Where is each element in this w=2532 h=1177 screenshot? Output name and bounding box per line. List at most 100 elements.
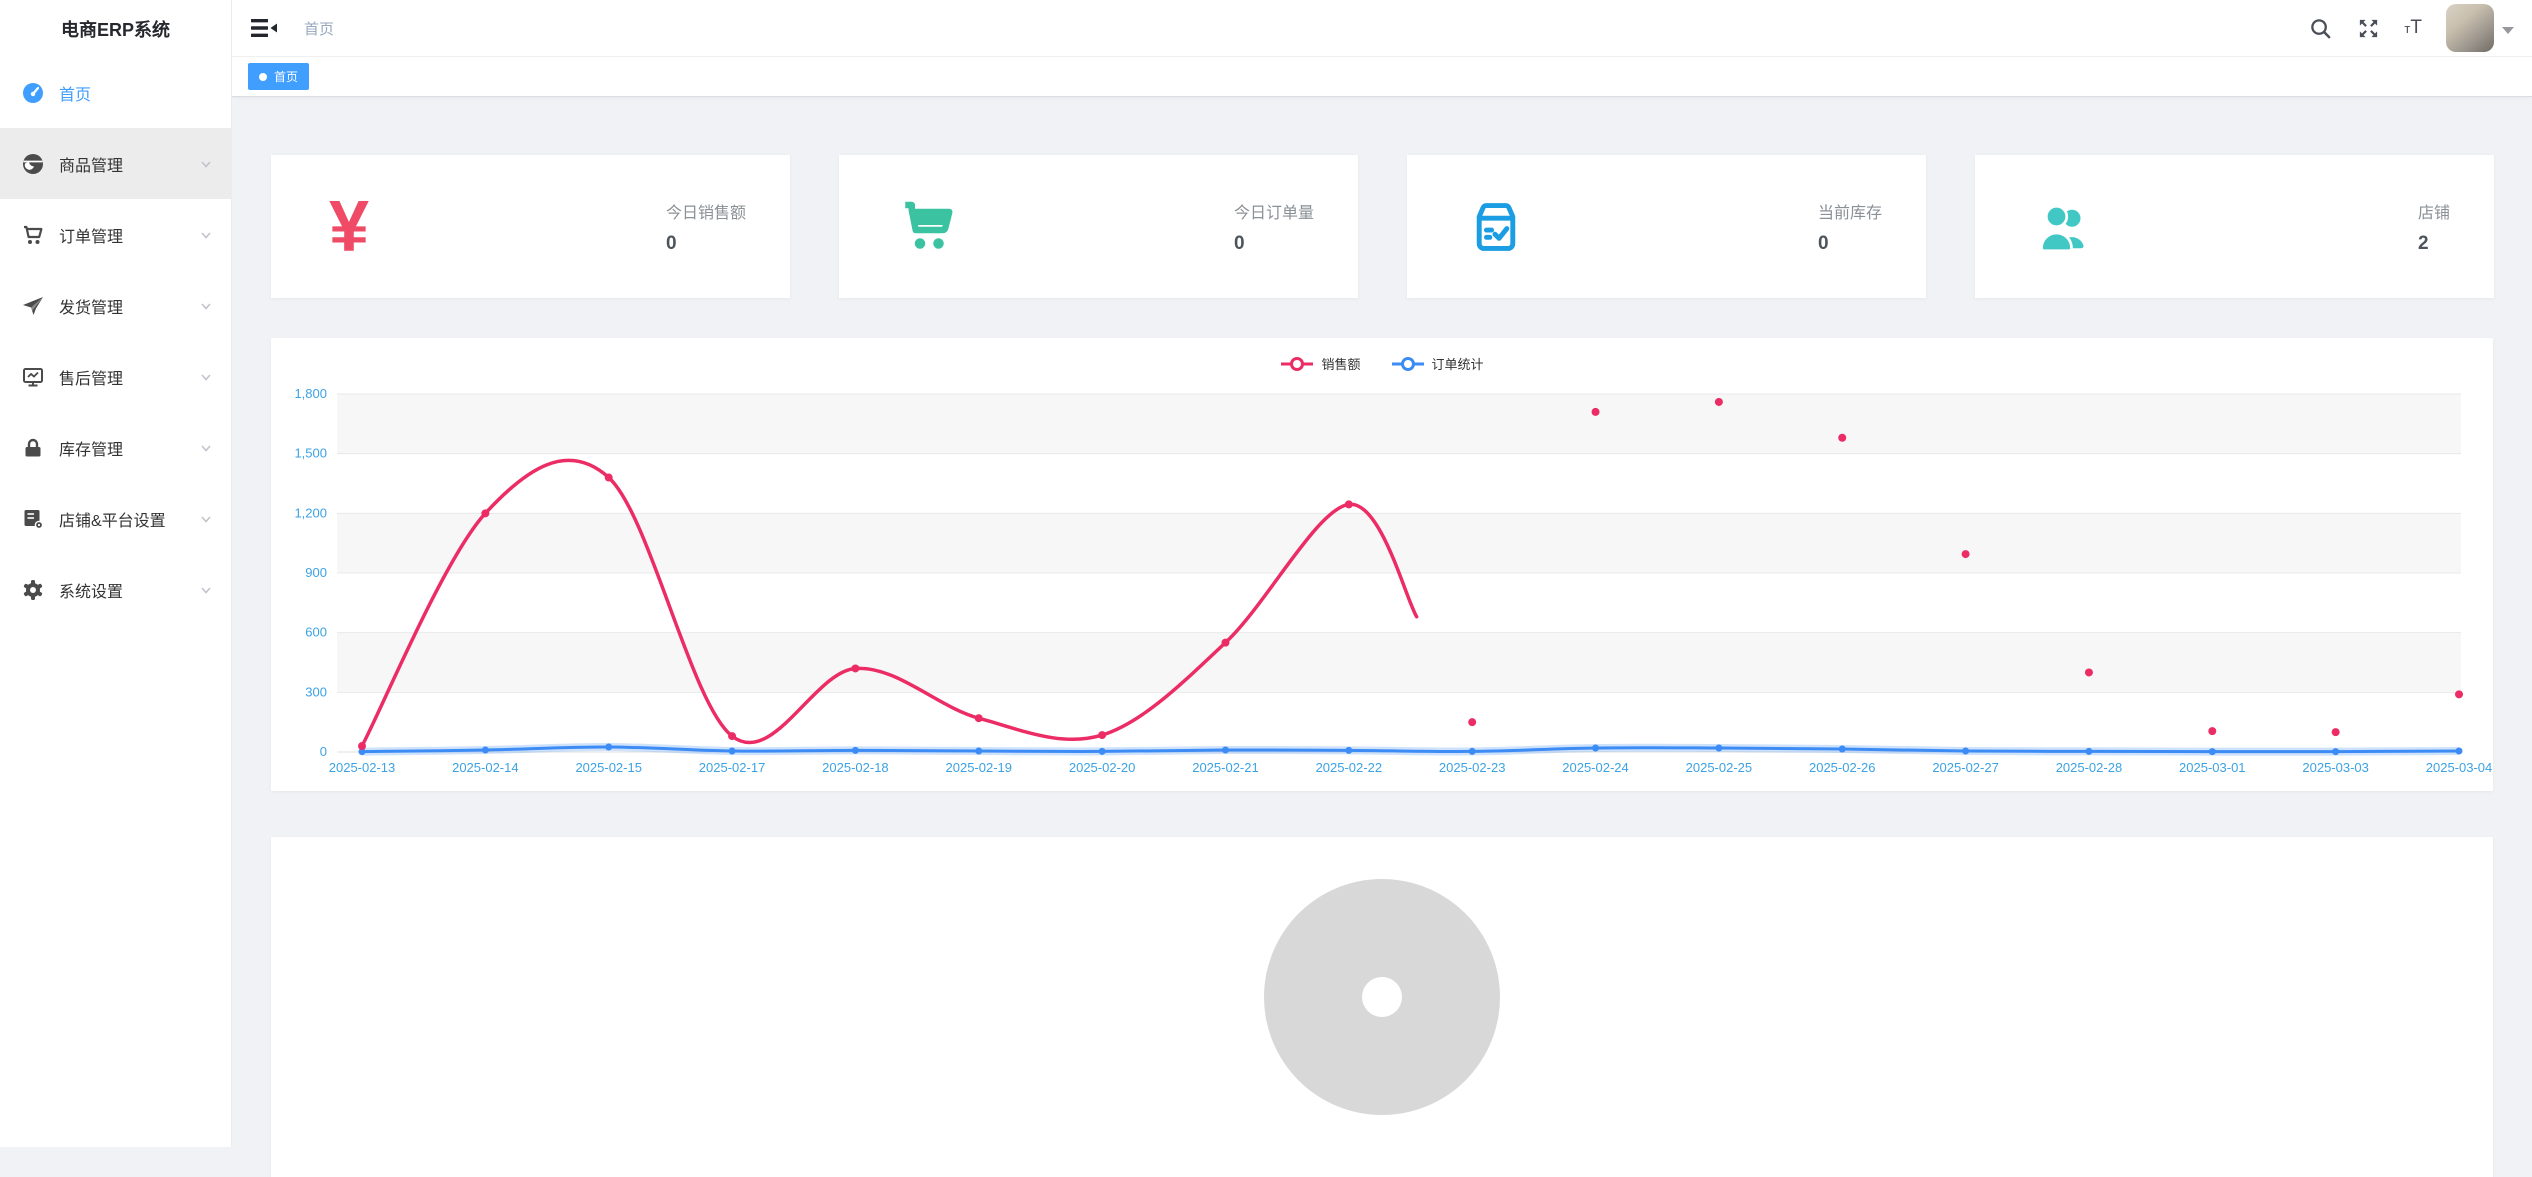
sales-orders-line-chart[interactable]: 0 300 600 900 1,200 1,500 1,800 2025-02-13 2025-… bbox=[271, 338, 2493, 791]
sidebar-item-label: 库存管理 bbox=[59, 436, 123, 460]
users-icon bbox=[2033, 197, 2143, 257]
svg-text:2025-03-03: 2025-03-03 bbox=[2302, 760, 2369, 775]
sidebar-item-label: 订单管理 bbox=[59, 223, 123, 247]
chevron-down-icon bbox=[199, 583, 213, 597]
chevron-down-icon bbox=[199, 441, 213, 455]
breadcrumb[interactable]: 首页 bbox=[304, 18, 334, 39]
sidebar-item-label: 店铺&平台设置 bbox=[59, 507, 166, 531]
svg-text:2025-02-20: 2025-02-20 bbox=[1069, 760, 1136, 775]
topbar-actions: тT bbox=[2308, 4, 2532, 52]
stat-card-label: 当前库存 bbox=[1818, 199, 1882, 223]
stat-card-label: 今日销售额 bbox=[666, 199, 746, 223]
svg-text:600: 600 bbox=[305, 625, 327, 640]
svg-text:1,800: 1,800 bbox=[294, 386, 327, 401]
svg-text:2025-02-18: 2025-02-18 bbox=[822, 760, 889, 775]
gear-icon bbox=[21, 578, 45, 602]
yen-icon: ¥ bbox=[329, 191, 439, 263]
svg-text:2025-02-17: 2025-02-17 bbox=[699, 760, 766, 775]
chevron-down-icon bbox=[199, 512, 213, 526]
send-icon bbox=[21, 294, 45, 318]
legend-item[interactable]: 订单统计 bbox=[1391, 354, 1484, 373]
dashboard-icon bbox=[21, 81, 45, 105]
monitor-chart-icon bbox=[21, 365, 45, 389]
stat-card-today-orders: 今日订单量 0 bbox=[839, 155, 1358, 298]
sidebar-item-label: 售后管理 bbox=[59, 365, 123, 389]
sidebar-menu: 首页 商品管理 订单管理 发货管理 bbox=[0, 57, 231, 625]
chevron-down-icon bbox=[199, 228, 213, 242]
avatar[interactable] bbox=[2446, 4, 2494, 52]
svg-text:2025-02-21: 2025-02-21 bbox=[1192, 760, 1259, 775]
stat-card-today-sales: ¥ 今日销售额 0 bbox=[271, 155, 790, 298]
sidebar-item-products[interactable]: 商品管理 bbox=[0, 128, 231, 199]
chevron-down-icon bbox=[199, 299, 213, 313]
active-tab-dot bbox=[259, 73, 267, 81]
svg-text:2025-02-26: 2025-02-26 bbox=[1809, 760, 1876, 775]
sidebar-item-shop-platform-settings[interactable]: 店铺&平台设置 bbox=[0, 483, 231, 554]
svg-text:2025-03-01: 2025-03-01 bbox=[2179, 760, 2246, 775]
chevron-down-icon bbox=[199, 370, 213, 384]
sidebar-item-shipping[interactable]: 发货管理 bbox=[0, 270, 231, 341]
sidebar-item-label: 系统设置 bbox=[59, 578, 123, 602]
topbar: 首页 тT bbox=[232, 0, 2532, 57]
font-size-icon[interactable]: тT bbox=[2404, 17, 2422, 39]
stat-card-value: 0 bbox=[666, 233, 746, 255]
lock-icon bbox=[21, 436, 45, 460]
app-title: 电商ERP系统 bbox=[0, 0, 231, 57]
sales-orders-chart-panel: 销售额 订单统计 0 300 600 900 1,200 1,500 1,800 2025-02… bbox=[271, 338, 2493, 791]
svg-text:2025-02-28: 2025-02-28 bbox=[2056, 760, 2123, 775]
hamburger-collapse-icon[interactable] bbox=[250, 16, 278, 40]
cart-icon bbox=[21, 223, 45, 247]
sidebar: 电商ERP系统 首页 商品管理 订单管理 bbox=[0, 0, 232, 1147]
svg-text:0: 0 bbox=[320, 744, 327, 759]
box-check-icon bbox=[1465, 196, 1575, 258]
sidebar-item-label: 发货管理 bbox=[59, 294, 123, 318]
sidebar-item-system-settings[interactable]: 系统设置 bbox=[0, 554, 231, 625]
stat-card-current-stock: 当前库存 0 bbox=[1407, 155, 1926, 298]
empty-pie-chart bbox=[1264, 879, 1500, 1115]
stat-card-value: 0 bbox=[1234, 233, 1314, 255]
svg-text:2025-02-27: 2025-02-27 bbox=[1932, 760, 1999, 775]
sidebar-item-home[interactable]: 首页 bbox=[0, 57, 231, 128]
stat-card-label: 今日订单量 bbox=[1234, 199, 1314, 223]
search-icon[interactable] bbox=[2308, 16, 2332, 40]
svg-text:2025-02-24: 2025-02-24 bbox=[1562, 760, 1629, 775]
globe-icon bbox=[21, 152, 45, 176]
sidebar-item-label: 商品管理 bbox=[59, 152, 123, 176]
svg-text:2025-02-15: 2025-02-15 bbox=[575, 760, 642, 775]
svg-text:300: 300 bbox=[305, 684, 327, 699]
caret-down-icon bbox=[2502, 27, 2514, 34]
legend-label: 订单统计 bbox=[1432, 354, 1484, 373]
sidebar-item-orders[interactable]: 订单管理 bbox=[0, 199, 231, 270]
cart-icon bbox=[897, 197, 1007, 257]
legend-label: 销售额 bbox=[1321, 354, 1360, 373]
legend-marker-icon bbox=[1280, 356, 1314, 372]
svg-text:2025-02-14: 2025-02-14 bbox=[452, 760, 518, 775]
sidebar-item-aftersale[interactable]: 售后管理 bbox=[0, 341, 231, 412]
chart-legend: 销售额 订单统计 bbox=[271, 354, 2493, 373]
stat-card-value: 2 bbox=[2418, 233, 2450, 255]
svg-text:2025-02-19: 2025-02-19 bbox=[946, 760, 1013, 775]
sidebar-item-inventory[interactable]: 库存管理 bbox=[0, 412, 231, 483]
pie-chart-hole bbox=[1362, 977, 1402, 1017]
pie-chart-panel bbox=[271, 837, 2493, 1177]
svg-text:900: 900 bbox=[305, 565, 327, 580]
tabbar: 首页 bbox=[232, 57, 2532, 97]
storage-gear-icon bbox=[21, 507, 45, 531]
svg-text:2025-02-13: 2025-02-13 bbox=[329, 760, 396, 775]
tab-label: 首页 bbox=[274, 68, 298, 85]
legend-marker-icon bbox=[1391, 356, 1425, 372]
svg-text:1,500: 1,500 bbox=[294, 446, 327, 461]
stat-card-shops: 店铺 2 bbox=[1975, 155, 2494, 298]
user-menu[interactable] bbox=[2446, 4, 2514, 52]
stat-card-value: 0 bbox=[1818, 233, 1882, 255]
stat-card-label: 店铺 bbox=[2418, 199, 2450, 223]
svg-text:2025-02-22: 2025-02-22 bbox=[1316, 760, 1383, 775]
svg-text:2025-02-25: 2025-02-25 bbox=[1686, 760, 1753, 775]
svg-text:1,200: 1,200 bbox=[294, 505, 327, 520]
tab-home[interactable]: 首页 bbox=[248, 63, 309, 90]
sidebar-item-label: 首页 bbox=[59, 81, 91, 105]
legend-item[interactable]: 销售额 bbox=[1280, 354, 1360, 373]
svg-text:2025-02-23: 2025-02-23 bbox=[1439, 760, 1506, 775]
svg-text:2025-03-04: 2025-03-04 bbox=[2426, 760, 2493, 775]
fullscreen-icon[interactable] bbox=[2356, 16, 2380, 40]
